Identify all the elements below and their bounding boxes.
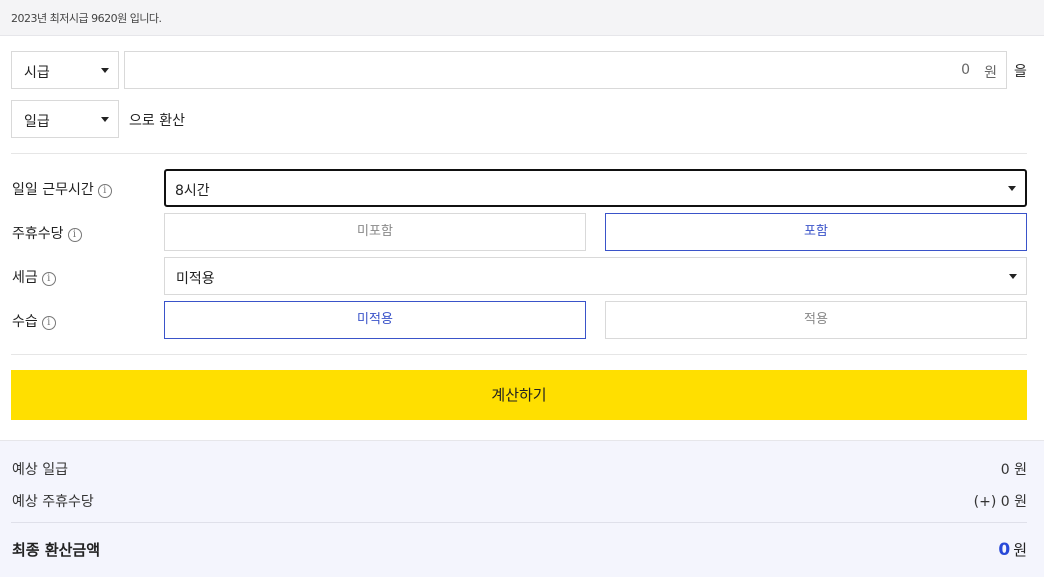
expected-allowance-label: 예상 주휴수당 [12,494,94,510]
info-icon[interactable]: i [41,316,56,330]
chevron-down-icon [1009,274,1017,279]
tax-select[interactable]: 미적용 [164,257,1027,295]
to-unit-value: 일급 [24,114,50,130]
probation-not-applied-button[interactable]: 미적용 [164,301,586,339]
info-icon[interactable]: i [97,184,112,198]
expected-daily-label: 예상 일급 [12,462,68,478]
chevron-down-icon [1008,186,1016,191]
divider [11,153,1027,154]
chevron-down-icon [101,68,109,73]
divider [11,522,1027,523]
amount-input[interactable]: 0 원 [124,51,1007,89]
weekly-allowance-include-button[interactable]: 포함 [605,213,1027,251]
result-panel: 예상 일급 0 원 예상 주휴수당 (+) 0 원 최종 환산금액 0원 [0,440,1044,577]
from-unit-select[interactable]: 시급 [11,51,119,89]
probation-label-text: 수습 [12,314,38,330]
weekly-allowance-label: 주휴수당 i [12,223,82,243]
info-icon[interactable]: i [41,272,56,286]
minimum-wage-notice: 2023년 최저시급 9620원 입니다. [0,0,1044,36]
final-amount-unit: 원 [1013,541,1027,559]
tax-value: 미적용 [176,271,215,287]
chevron-down-icon [101,117,109,122]
convert-suffix: 으로 환산 [129,113,185,129]
tax-label-text: 세금 [12,270,38,286]
probation-applied-button[interactable]: 적용 [605,301,1027,339]
expected-allowance-value: (+) 0 원 [973,494,1027,510]
daily-hours-label-text: 일일 근무시간 [12,182,94,198]
final-amount: 0원 [998,539,1027,560]
divider [11,354,1027,355]
weekly-allowance-label-text: 주휴수당 [12,226,64,242]
probation-label: 수습 i [12,311,56,331]
daily-hours-select[interactable]: 8시간 [164,169,1027,207]
amount-unit: 원 [984,65,997,81]
tax-label: 세금 i [12,267,56,287]
to-unit-select[interactable]: 일급 [11,100,119,138]
final-amount-label: 최종 환산금액 [12,541,101,559]
object-particle: 을 [1014,64,1027,80]
final-amount-value: 0 [998,540,1011,560]
from-unit-value: 시급 [24,65,50,81]
amount-value: 0 [961,62,970,78]
weekly-allowance-exclude-button[interactable]: 미포함 [164,213,586,251]
expected-daily-value: 0 원 [1000,462,1027,478]
info-icon[interactable]: i [67,228,82,242]
calculate-button[interactable]: 계산하기 [11,370,1027,420]
daily-hours-label: 일일 근무시간 i [12,179,112,199]
daily-hours-value: 8시간 [175,183,210,199]
notice-text: 2023년 최저시급 9620원 입니다. [11,12,162,25]
